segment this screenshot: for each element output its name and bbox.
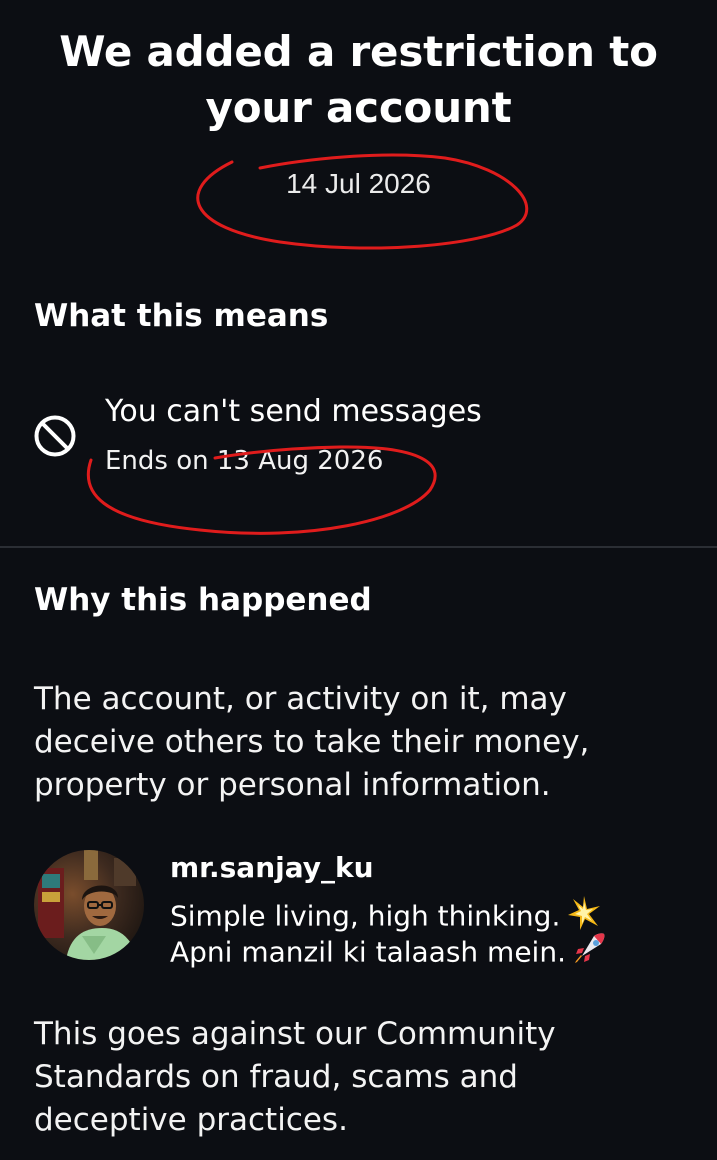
profile-card[interactable]: mr.sanjay_ku Simple living, high thinkin… — [34, 850, 684, 970]
page-title: We added a restriction to your account — [59, 27, 658, 132]
restriction-end-date: Ends on 13 Aug 2026 — [105, 446, 384, 476]
community-standards-text: This goes against our Community Standard… — [34, 1016, 556, 1138]
restriction-page: We added a restriction to your account 1… — [0, 0, 717, 1160]
rocket-icon — [572, 932, 606, 975]
block-icon — [34, 415, 76, 457]
section-divider — [0, 546, 717, 548]
restriction-date: 14 Jul 2026 — [286, 168, 431, 199]
what-this-means-heading: What this means — [34, 298, 329, 334]
reason-text: The account, or activity on it, may dece… — [34, 681, 590, 803]
avatar[interactable] — [34, 850, 144, 960]
profile-username[interactable]: mr.sanjay_ku — [170, 850, 374, 886]
why-this-happened-heading: Why this happened — [34, 582, 372, 618]
restriction-item: You can't send messages Ends on 13 Aug 2… — [30, 392, 690, 492]
restriction-text: You can't send messages — [105, 394, 482, 429]
profile-bio-line-2: Apni manzil ki talaash mein. — [170, 932, 606, 975]
